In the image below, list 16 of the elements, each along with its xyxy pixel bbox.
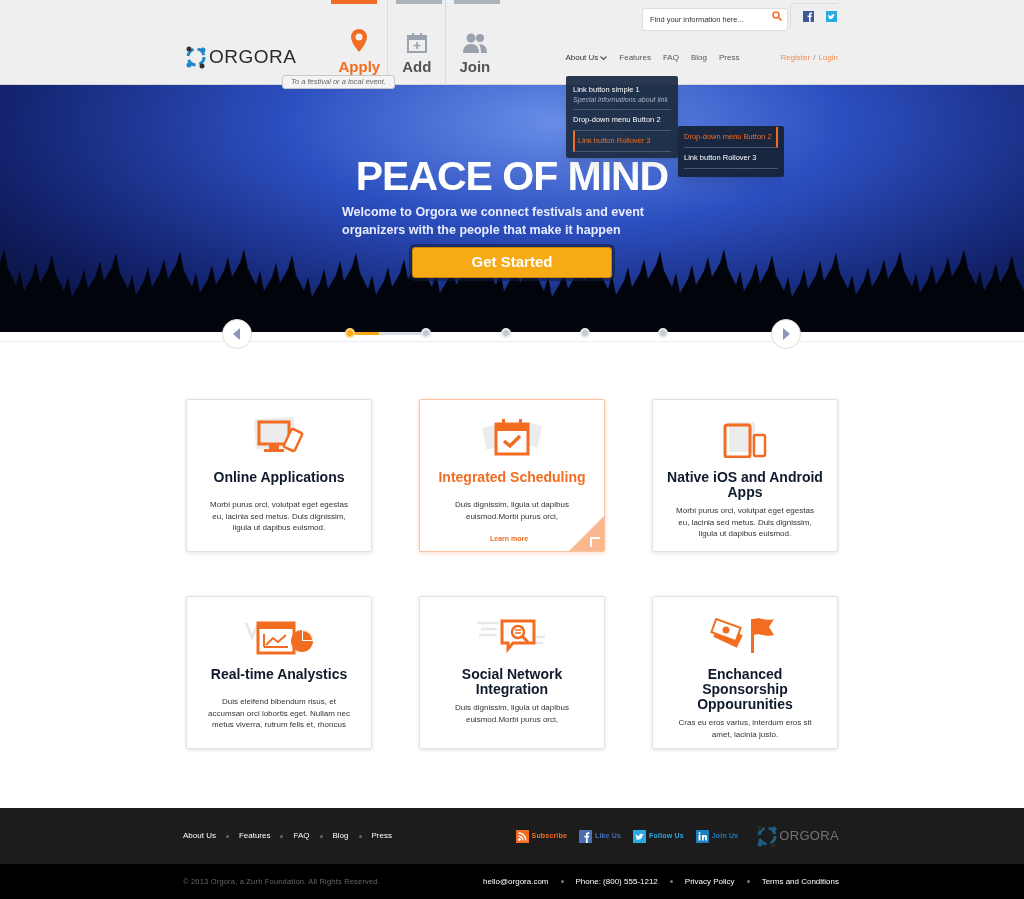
feature-text: Cras eu eros varius, interdum eros sit amet, lacinia justo. — [677, 717, 813, 740]
footer-logo-text: ORGORA — [779, 827, 839, 846]
feature-text: Duis dignissim, ligula ut dapibus euismod.Morbi purus orci, — [454, 702, 570, 725]
feature-text: Duis eleifend bibendum risus, et accumsan orci lobortis eget. Nullam nec metus viverra, rutrum felis et, rhoncus — [207, 696, 351, 731]
feature-title: Native iOS and Android Apps — [666, 470, 824, 500]
feature-title: Social Network Integration — [460, 667, 564, 697]
separator-text: / — [813, 52, 816, 64]
feature-title: Online Applications — [213, 470, 345, 485]
feature-text: Morbi purus orci, volutpat eget egestas eu, lacinia sed metus. Duis dignissim, ligula ut dapibus euismod. — [675, 505, 815, 540]
feature-title: Integrated Scheduling — [438, 470, 586, 485]
feature-text: Morbi purus orci, volutpat eget egestas eu, lacinia sed metus. Duis dignissim, ligula ut dapibus euismod. — [209, 499, 349, 534]
feature-title: Real-time Analystics — [210, 667, 348, 682]
feature-text: Duis dignissim, ligula ut dapibus euismod.Morbi purus orci, — [454, 499, 570, 522]
hero-subtitle: Welcome to Orgora we connect festivals and event organizers with the people that make it happen — [342, 204, 645, 239]
hero-title: PEACE OF MIND — [355, 153, 669, 199]
feature-title: Enchanced Sponsorship Oppourunities — [696, 667, 794, 712]
